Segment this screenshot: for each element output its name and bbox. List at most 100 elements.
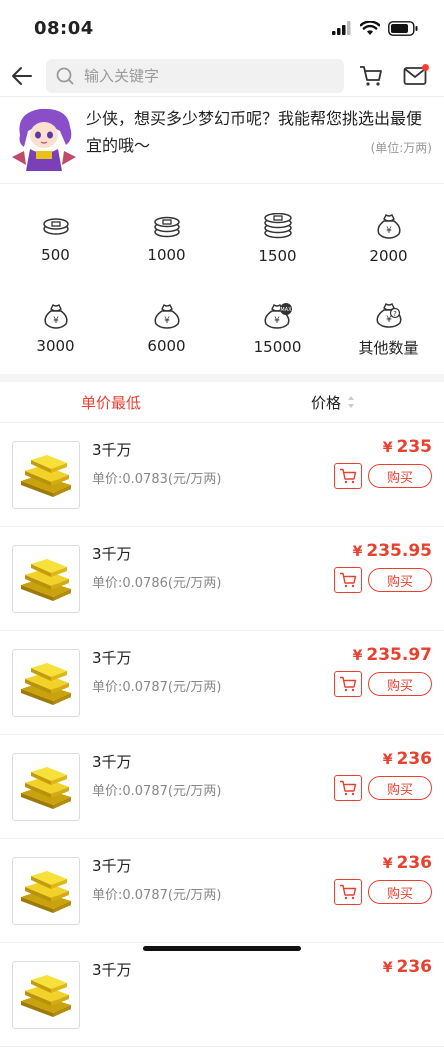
cart-icon xyxy=(340,884,357,900)
status-icons xyxy=(332,20,418,36)
add-to-cart-button[interactable] xyxy=(334,567,362,593)
money-bag-icon: ¥ xyxy=(43,303,68,329)
quantity-label: 1500 xyxy=(258,247,297,265)
currency-symbol: ¥ xyxy=(382,440,393,456)
quantity-option-500[interactable]: 500 xyxy=(0,194,111,284)
add-to-cart-button[interactable] xyxy=(334,671,362,697)
cart-button[interactable] xyxy=(354,59,388,93)
coins-stack-icon xyxy=(263,213,292,239)
quantity-label: 3000 xyxy=(36,337,75,355)
cart-icon xyxy=(360,66,382,86)
status-bar: 08:04 xyxy=(0,0,444,56)
svg-text:¥: ¥ xyxy=(274,316,280,326)
currency-symbol: ¥ xyxy=(382,752,393,768)
item-price: ¥236 xyxy=(383,957,432,977)
svg-text:?: ? xyxy=(393,310,397,318)
item-price: ¥235.95 xyxy=(353,541,432,561)
quantity-label: 1000 xyxy=(147,246,186,264)
item-title: 3千万 xyxy=(92,961,132,979)
add-to-cart-button[interactable] xyxy=(334,879,362,905)
listing-item[interactable]: 3千万 单价:0.0787(元/万两) ¥235.97 购买 xyxy=(0,631,444,735)
product-thumbnail[interactable] xyxy=(12,440,80,509)
buy-button[interactable]: 购买 xyxy=(368,568,432,592)
currency-symbol: ¥ xyxy=(382,960,393,976)
item-actions: 购买 xyxy=(334,567,432,593)
message-button[interactable] xyxy=(398,59,432,93)
battery-icon xyxy=(388,20,418,36)
svg-text:MAX: MAX xyxy=(280,307,292,313)
quantity-label: 其他数量 xyxy=(358,338,419,357)
buy-button[interactable]: 购买 xyxy=(368,672,432,696)
svg-text:¥: ¥ xyxy=(386,226,392,236)
currency-symbol: ¥ xyxy=(352,544,363,560)
add-to-cart-button[interactable] xyxy=(334,775,362,801)
intro-section: 少侠，想买多少梦幻币呢？我能帮您挑选出最便宜的哦～ (单位:万两) xyxy=(0,96,444,183)
sort-arrows-icon xyxy=(348,396,354,408)
top-bar xyxy=(0,56,444,96)
item-price-actions: ¥236 购买 xyxy=(334,749,432,801)
money-bag-icon: ¥ xyxy=(376,213,401,239)
product-thumbnail[interactable] xyxy=(12,752,80,821)
add-to-cart-button[interactable] xyxy=(334,463,362,489)
gold-bars-icon xyxy=(21,662,71,705)
product-thumbnail[interactable] xyxy=(12,856,80,925)
price-value: 236 xyxy=(396,957,433,977)
search-input[interactable] xyxy=(82,66,306,86)
sort-price[interactable]: 价格 xyxy=(222,392,444,413)
currency-symbol: ¥ xyxy=(352,648,363,664)
wifi-icon xyxy=(360,20,380,35)
listing-item[interactable]: 3千万 单价:0.0783(元/万两) ¥235 购买 xyxy=(0,423,444,527)
price-value: 236 xyxy=(396,749,433,769)
intro-text: 少侠，想买多少梦幻币呢？我能帮您挑选出最便宜的哦～ (单位:万两) xyxy=(78,105,432,175)
notification-dot xyxy=(422,64,429,71)
quantity-label: 15000 xyxy=(253,338,302,356)
cart-icon xyxy=(340,572,357,588)
money-bag-icon: ¥ xyxy=(154,303,179,329)
buy-button[interactable]: 购买 xyxy=(368,880,432,904)
buy-button[interactable]: 购买 xyxy=(368,464,432,488)
listing-item[interactable]: 3千万 单价:0.0787(元/万两) ¥236 购买 xyxy=(0,839,444,943)
cart-icon xyxy=(340,780,357,796)
back-arrow-icon xyxy=(12,67,32,85)
product-thumbnail[interactable] xyxy=(12,648,80,717)
item-price-actions: ¥235 购买 xyxy=(334,437,432,489)
item-actions: 购买 xyxy=(334,671,432,697)
buy-button[interactable]: 购买 xyxy=(368,776,432,800)
quantity-option-2000[interactable]: ¥ 2000 xyxy=(333,194,444,284)
sort-bar: 单价最低 价格 xyxy=(0,382,444,423)
listing-item[interactable]: 3千万 单价:0.0786(元/万两) ¥235.95 购买 xyxy=(0,527,444,631)
product-thumbnail[interactable] xyxy=(12,960,80,1029)
listing-item[interactable]: 3千万 ¥236 xyxy=(0,943,444,1047)
quantity-option-1500[interactable]: 1500 xyxy=(222,194,333,284)
sort-lowest-unit-price[interactable]: 单价最低 xyxy=(0,392,222,413)
money-bag-max-icon: ¥ MAX xyxy=(264,303,292,329)
item-price-actions: ¥235.95 购买 xyxy=(334,541,432,593)
item-price-actions: ¥235.97 购买 xyxy=(334,645,432,697)
listing: 3千万 单价:0.0783(元/万两) ¥235 购买 3千万 单价:0.0786(元/万… xyxy=(0,423,444,1047)
listing-item[interactable]: 3千万 单价:0.0787(元/万两) ¥236 购买 xyxy=(0,735,444,839)
item-price: ¥236 xyxy=(383,853,432,873)
coins-stack-icon xyxy=(42,218,69,235)
money-bag-question-icon: ¥ ? xyxy=(376,302,401,328)
search-box[interactable] xyxy=(46,59,344,93)
price-value: 235.95 xyxy=(366,541,432,561)
quantity-grid: 500 1000 1500 ¥ 2000 ¥ 3000 ¥ 6000 ¥ MAX… xyxy=(0,183,444,374)
character-avatar-icon xyxy=(12,108,76,171)
quantity-option-3000[interactable]: ¥ 3000 xyxy=(0,284,111,374)
gold-bars-icon xyxy=(21,558,71,601)
gold-bars-icon xyxy=(21,454,71,497)
quantity-label: 2000 xyxy=(369,247,408,265)
cart-icon xyxy=(340,676,357,692)
gold-bars-icon xyxy=(21,766,71,809)
svg-text:¥: ¥ xyxy=(164,316,170,326)
back-button[interactable] xyxy=(8,62,36,90)
quantity-option-6000[interactable]: ¥ 6000 xyxy=(111,284,222,374)
quantity-option-other[interactable]: ¥ ? 其他数量 xyxy=(333,284,444,374)
item-actions: 购买 xyxy=(334,775,432,801)
product-thumbnail[interactable] xyxy=(12,544,80,613)
quantity-option-1000[interactable]: 1000 xyxy=(111,194,222,284)
quantity-option-15000[interactable]: ¥ MAX 15000 xyxy=(222,284,333,374)
search-icon xyxy=(56,67,74,85)
cart-icon xyxy=(340,468,357,484)
svg-text:¥: ¥ xyxy=(53,316,59,326)
